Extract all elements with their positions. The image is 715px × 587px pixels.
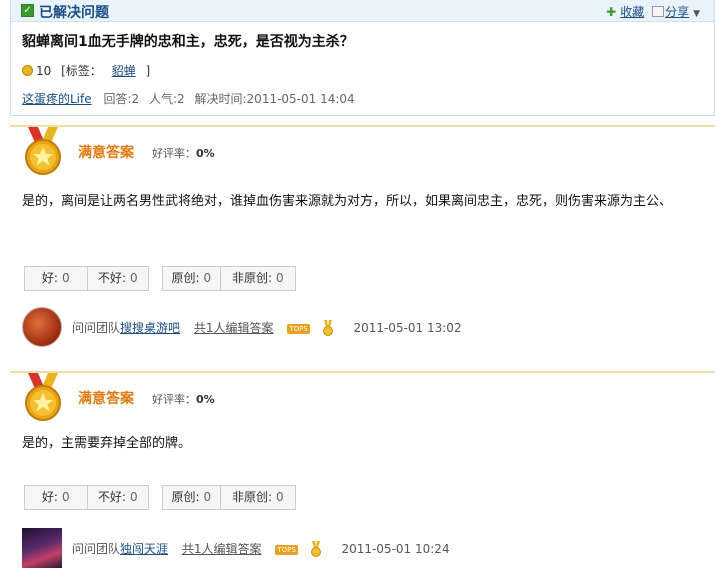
good-button[interactable]: 好: 0	[25, 486, 87, 509]
original-button[interactable]: 原创: 0	[163, 486, 220, 509]
check-icon: ✓	[21, 4, 34, 17]
original-button[interactable]: 原创: 0	[163, 267, 220, 290]
rate-label: 好评率：	[152, 393, 196, 406]
good-label: 好:	[41, 271, 58, 285]
header-actions: ✚ 收藏 分享 ▼	[602, 3, 700, 20]
avatar[interactable]	[22, 307, 62, 347]
question-info: 这蛋疼的Life 回答:2 人气:2 解决时间:2011-05-01 14:04	[22, 90, 361, 107]
vote-buttons: 好: 0 不好: 0	[24, 266, 149, 291]
user-link[interactable]: 独闯天涯	[120, 542, 168, 556]
tops-badge: TOPS	[275, 545, 298, 555]
bad-count: 0	[129, 271, 138, 285]
question-panel: ✓ 已解决问题 ✚ 收藏 分享 ▼ 貂蝉离间1血无手牌的忠和主，忠死，是否视为主杀？…	[10, 0, 715, 116]
vote-buttons: 好: 0 不好: 0	[24, 485, 149, 510]
asker-link[interactable]: 这蛋疼的Life	[22, 92, 92, 106]
tops-badge: TOPS	[287, 324, 310, 334]
medal-icon	[25, 127, 61, 175]
share-icon	[652, 6, 665, 17]
question-meta: 10 [标签： 貂蝉 ]	[22, 62, 150, 79]
team-label: 问问团队	[72, 542, 121, 556]
non-original-button[interactable]: 非原创: 0	[219, 486, 295, 509]
rating: 好评率：0%	[152, 391, 215, 407]
team-label: 问问团队	[72, 321, 121, 335]
original-count: 0	[203, 490, 212, 504]
answer-title: 满意答案	[78, 391, 134, 407]
original-count: 0	[203, 271, 212, 285]
originality-buttons: 原创: 0 非原创: 0	[162, 485, 296, 510]
tags-prefix: [标签：	[61, 64, 102, 78]
bad-label: 不好:	[97, 490, 126, 504]
answer-card: 满意答案 好评率：0% 是的，主需要弃掉全部的牌。 好: 0 不好: 0 原创: 0 …	[10, 371, 715, 587]
answer-text: 是的，离间是让两名男性武将绝对，谁掉血伤害来源就为对方，所以，如果离间忠主，忠死…	[22, 194, 673, 209]
share-link[interactable]: 分享	[665, 3, 689, 20]
popularity: 人气:2	[148, 92, 185, 106]
reward-value: 10	[36, 64, 52, 78]
good-label: 好:	[41, 490, 58, 504]
good-count: 0	[61, 271, 70, 285]
original-label: 原创:	[171, 490, 200, 504]
bad-count: 0	[129, 490, 138, 504]
good-count: 0	[61, 490, 70, 504]
chevron-down-icon[interactable]: ▼	[693, 9, 700, 19]
non-original-label: 非原创:	[231, 490, 272, 504]
non-original-button[interactable]: 非原创: 0	[219, 267, 295, 290]
non-original-label: 非原创:	[231, 271, 272, 285]
coin-icon	[22, 65, 33, 76]
medal-icon	[25, 373, 61, 421]
tags-suffix: ]	[145, 64, 151, 78]
good-button[interactable]: 好: 0	[25, 267, 87, 290]
answer-byline: 问问团队搜搜桌游吧 共1人编辑答案 TOPS 2011-05-01 13:02	[72, 319, 462, 336]
original-label: 原创:	[171, 271, 200, 285]
solved-status-label: 已解决问题	[39, 5, 109, 21]
originality-buttons: 原创: 0 非原创: 0	[162, 266, 296, 291]
non-original-count: 0	[275, 490, 284, 504]
rate-label: 好评率：	[152, 147, 196, 160]
answer-time: 2011-05-01 10:24	[341, 542, 450, 556]
tag-link[interactable]: 貂蝉	[112, 64, 136, 78]
answer-title: 满意答案	[78, 145, 134, 161]
editors-link[interactable]: 共1人编辑答案	[182, 542, 262, 556]
answer-card: 满意答案 好评率：0% 是的，离间是让两名男性武将绝对，谁掉血伤害来源就为对方，…	[10, 125, 715, 360]
answers-count: 回答:2	[103, 92, 140, 106]
rating: 好评率：0%	[152, 145, 215, 161]
user-link[interactable]: 搜搜桌游吧	[120, 321, 180, 335]
rate-value: 0%	[196, 393, 215, 406]
answer-byline: 问问团队独闯天涯 共1人编辑答案 TOPS 2011-05-01 10:24	[72, 540, 450, 557]
answer-time: 2011-05-01 13:02	[353, 321, 462, 335]
question-header: ✓ 已解决问题 ✚ 收藏 分享 ▼	[11, 0, 714, 22]
bad-button[interactable]: 不好: 0	[86, 486, 149, 509]
ribbon-icon	[322, 320, 333, 336]
answer-text: 是的，主需要弃掉全部的牌。	[22, 436, 192, 451]
plus-icon: ✚	[606, 5, 617, 19]
bad-button[interactable]: 不好: 0	[86, 267, 149, 290]
solved-time: 解决时间:2011-05-01 14:04	[194, 92, 355, 106]
editors-link[interactable]: 共1人编辑答案	[194, 321, 274, 335]
ribbon-icon	[310, 541, 321, 557]
avatar[interactable]	[22, 528, 62, 568]
rate-value: 0%	[196, 147, 215, 160]
non-original-count: 0	[275, 271, 284, 285]
bad-label: 不好:	[97, 271, 126, 285]
question-title: 貂蝉离间1血无手牌的忠和主，忠死，是否视为主杀？	[22, 34, 354, 50]
collect-link[interactable]: 收藏	[620, 3, 644, 20]
